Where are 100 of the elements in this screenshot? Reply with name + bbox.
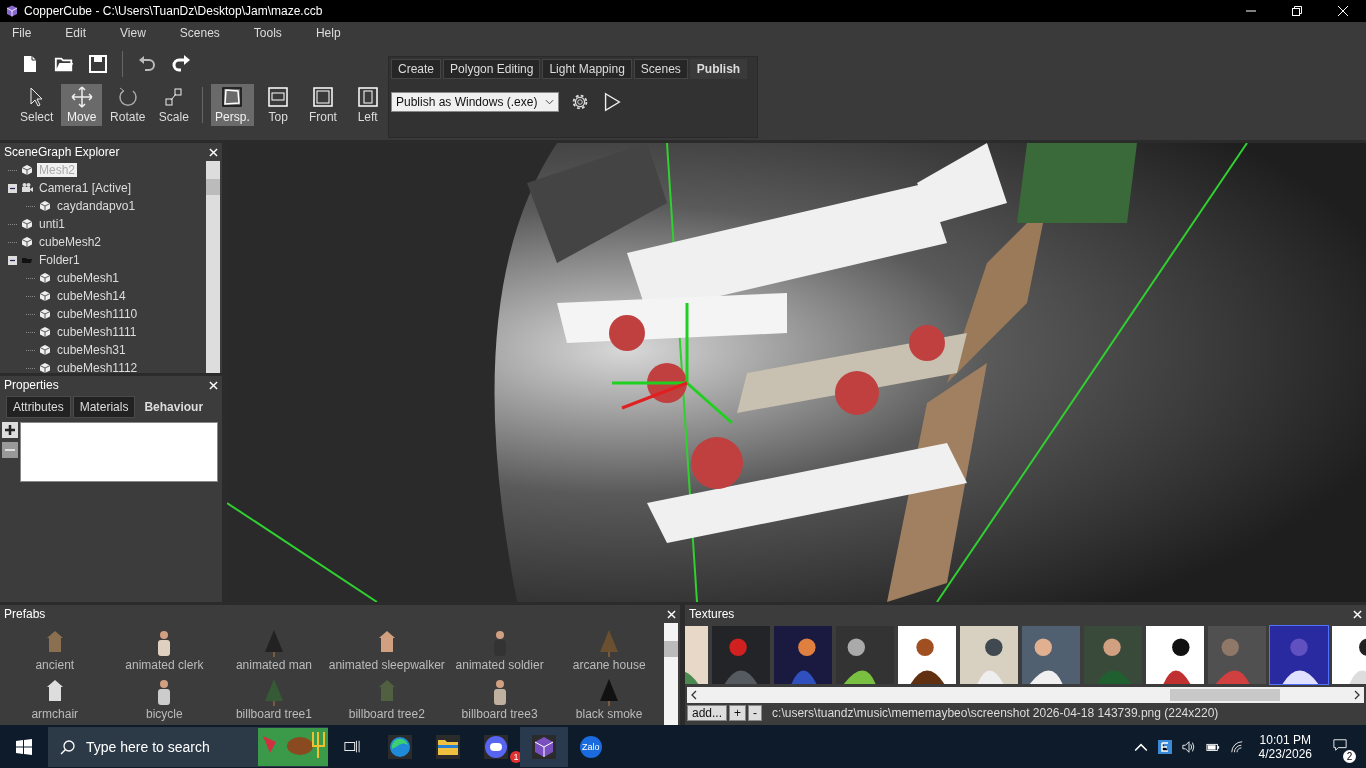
tab[interactable]: Create — [391, 59, 442, 79]
chat-app-icon[interactable]: Zalo — [580, 735, 602, 758]
task-view-icon[interactable] — [344, 738, 360, 755]
close-icon[interactable] — [209, 147, 218, 157]
tab[interactable]: Materials — [72, 396, 136, 418]
prefab-label[interactable]: bicycle — [146, 707, 183, 721]
minus-button[interactable]: - — [748, 705, 763, 721]
volume-icon[interactable] — [1181, 739, 1196, 754]
menu-item[interactable]: File — [2, 26, 42, 40]
clock-date[interactable]: 4/23/2026 — [1258, 746, 1312, 761]
menu-item[interactable]: Edit — [55, 26, 97, 40]
scrollbar[interactable] — [664, 623, 678, 725]
menu-item[interactable]: Scenes — [169, 26, 230, 40]
close-icon[interactable] — [1353, 609, 1362, 619]
tree-item[interactable]: cubeMesh1112 — [55, 361, 140, 373]
collapse-toggle-icon[interactable] — [8, 255, 17, 265]
texture-thumbnail[interactable] — [1145, 625, 1205, 685]
close-icon[interactable] — [1338, 6, 1348, 16]
texture-thumbnail[interactable] — [835, 625, 895, 685]
tree-item[interactable]: Camera1 [Active] — [37, 181, 134, 195]
menu-item[interactable]: Help — [305, 26, 351, 40]
tab[interactable]: Scenes — [633, 59, 688, 79]
texture-thumbnail[interactable] — [1269, 625, 1329, 685]
left-view-button[interactable]: Left — [347, 84, 388, 126]
panel-title: Properties — [4, 378, 59, 392]
prefab-label[interactable]: billboard tree1 — [235, 707, 312, 721]
persp-view-button[interactable]: Persp. — [211, 84, 254, 126]
tree-item[interactable]: caydandapvo1 — [55, 199, 138, 213]
top-view-icon — [267, 86, 290, 108]
search-field[interactable]: Type here to search — [48, 726, 328, 767]
menu-item[interactable]: View — [110, 26, 156, 40]
tree-item[interactable]: cubeMesh1 — [55, 271, 122, 285]
publish-target-dropdown[interactable]: Publish as Windows (.exe) — [391, 92, 560, 112]
folder-icon[interactable] — [436, 734, 460, 759]
add-texture-button[interactable]: add... — [687, 705, 728, 721]
left-view-icon — [356, 86, 379, 108]
select-tool-button[interactable]: Select — [16, 84, 58, 126]
prefab-label[interactable]: billboard tree2 — [348, 707, 425, 721]
panel-title: SceneGraph Explorer — [4, 145, 120, 159]
caret-icon — [545, 99, 555, 105]
scrollbar[interactable] — [687, 687, 1364, 703]
cube-icon — [21, 218, 33, 230]
tree-item[interactable]: cubeMesh1110 — [55, 307, 140, 321]
rotate-tool-button[interactable]: Rotate — [106, 84, 150, 126]
cube-icon — [39, 272, 51, 284]
maximize-icon[interactable] — [1292, 6, 1302, 16]
prefab-label[interactable]: billboard tree3 — [461, 707, 538, 721]
texture-thumbnail[interactable] — [1021, 625, 1081, 685]
tree-item[interactable]: cubeMesh14 — [55, 289, 128, 303]
texture-thumbnail[interactable] — [897, 625, 957, 685]
tree-item[interactable]: cubeMesh1111 — [55, 325, 139, 339]
prefab-label[interactable]: armchair — [31, 707, 79, 721]
prefab-label[interactable]: animated soldier — [455, 658, 544, 672]
prefab-label[interactable]: arcane house — [572, 658, 646, 672]
tab[interactable]: Polygon Editing — [443, 59, 541, 79]
chat-app-icon[interactable] — [484, 734, 508, 759]
clock-time[interactable]: 10:01 PM — [1259, 732, 1311, 747]
prefab-label[interactable]: animated sleepwalker — [328, 658, 445, 672]
texture-thumbnail[interactable] — [1207, 625, 1267, 685]
prefab-label[interactable]: animated man — [235, 658, 312, 672]
prefab-label[interactable]: black smoke — [575, 707, 643, 721]
top-view-button[interactable]: Top — [257, 84, 299, 126]
scroll-right-icon[interactable] — [1353, 690, 1361, 700]
collapse-toggle-icon[interactable] — [8, 183, 17, 193]
save-icon[interactable] — [88, 54, 108, 74]
scale-tool-button[interactable]: Scale — [153, 84, 195, 126]
panel-title: Textures — [689, 607, 735, 621]
window-title: CopperCube - C:\Users\TuanDz\Desktop\Jam\maze.ccb — [24, 4, 323, 18]
tree-item[interactable]: cubeMesh2 — [37, 235, 104, 249]
app-cube-icon[interactable] — [532, 734, 556, 759]
close-icon[interactable] — [209, 380, 218, 390]
tab[interactable]: Attributes — [6, 396, 71, 418]
plus-button[interactable]: + — [729, 705, 747, 721]
close-icon[interactable] — [667, 609, 676, 619]
menu-item[interactable]: Tools — [243, 26, 292, 40]
redo-icon[interactable] — [171, 54, 191, 74]
texture-thumbnail[interactable] — [711, 625, 771, 685]
wifi-icon[interactable] — [1229, 739, 1244, 754]
front-view-button[interactable]: Front — [302, 84, 344, 126]
scroll-left-icon[interactable] — [690, 690, 698, 700]
move-tool-button[interactable]: Move — [61, 84, 103, 126]
texture-thumbnail[interactable] — [773, 625, 833, 685]
tree-item[interactable]: Folder1 — [37, 253, 82, 267]
windows-start-icon[interactable] — [16, 738, 32, 755]
prefab-label[interactable]: animated clerk — [125, 658, 204, 672]
keyboard-language-icon[interactable] — [1157, 739, 1172, 754]
cube-icon — [39, 344, 51, 356]
notification-icon[interactable] — [1333, 738, 1347, 752]
front-view-icon — [311, 86, 334, 108]
tree-item[interactable]: cubeMesh31 — [55, 343, 128, 357]
tab[interactable]: Light Mapping — [542, 59, 632, 79]
add-icon[interactable] — [2, 422, 18, 438]
browser-icon[interactable] — [388, 734, 412, 759]
tree-item[interactable]: unti1 — [37, 217, 68, 231]
texture-thumbnail[interactable] — [959, 625, 1019, 685]
scrollbar[interactable] — [206, 161, 220, 373]
texture-thumbnail[interactable] — [1083, 625, 1143, 685]
prefab-label[interactable]: ancient — [35, 658, 75, 672]
undo-icon[interactable] — [137, 54, 157, 74]
tab[interactable]: Publish — [689, 59, 748, 79]
